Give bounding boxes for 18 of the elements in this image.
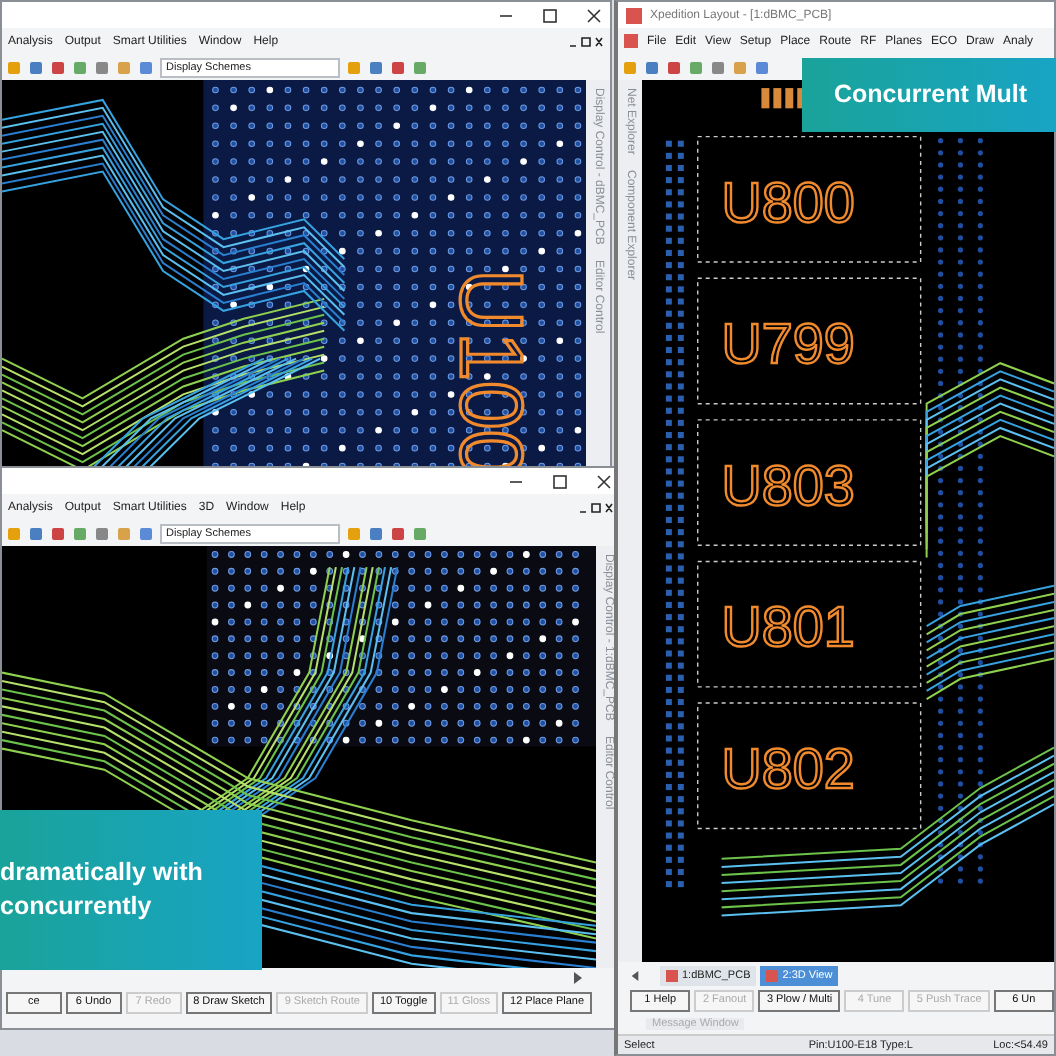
window-controls-icon	[578, 501, 614, 513]
window-controls-icon	[568, 35, 604, 47]
component-label: U803	[721, 454, 855, 517]
close-icon	[586, 7, 602, 23]
banner-text: Concurrent Mult	[834, 78, 1030, 112]
document-icon	[666, 970, 678, 982]
component-label: U800	[721, 171, 855, 234]
maximize-icon	[542, 7, 558, 23]
component-label: U801	[721, 596, 855, 659]
document-icon	[766, 970, 779, 982]
close-icon	[596, 473, 612, 489]
banner-text: dramatically with	[0, 856, 205, 890]
scroll-left-icon	[630, 970, 640, 982]
scroll-right-icon	[572, 972, 584, 984]
maximize-icon	[552, 473, 568, 489]
component-label: U802	[721, 737, 855, 801]
banner-text: concurrently	[0, 890, 154, 924]
component-label: U799	[721, 312, 855, 376]
